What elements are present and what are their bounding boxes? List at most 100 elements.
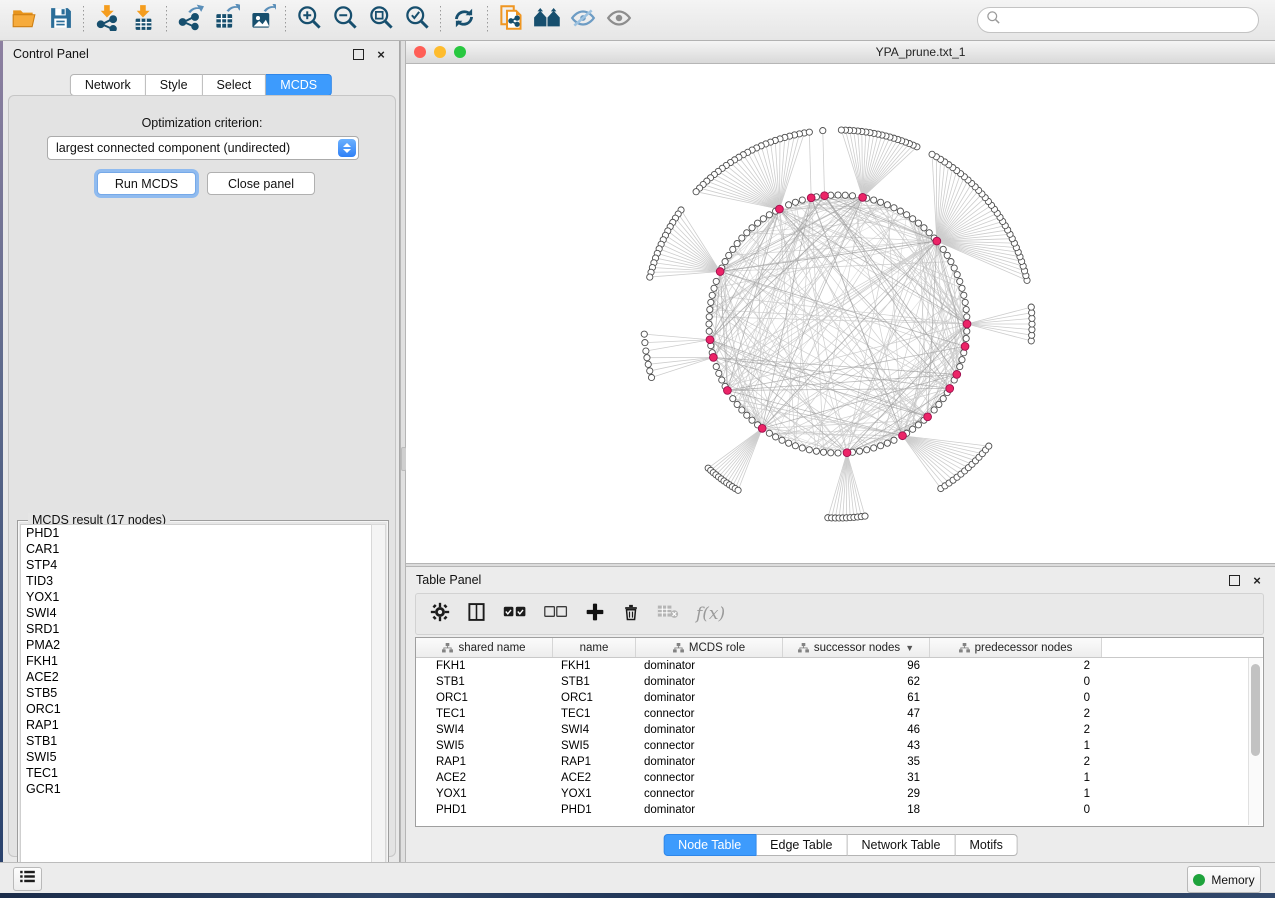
network-node[interactable]	[706, 328, 712, 334]
cell-pred[interactable]: 2	[930, 660, 1102, 672]
network-node[interactable]	[648, 374, 654, 380]
tab-motifs[interactable]: Motifs	[955, 834, 1017, 856]
network-node[interactable]	[744, 230, 750, 236]
network-node[interactable]	[734, 401, 740, 407]
cell-name[interactable]: FKH1	[553, 660, 636, 672]
mcds-node[interactable]	[899, 432, 907, 440]
cell-succ[interactable]: 18	[783, 804, 930, 816]
mcds-node[interactable]	[961, 343, 969, 351]
mcds-node[interactable]	[807, 194, 815, 202]
cell-name[interactable]: SWI4	[553, 724, 636, 736]
save-session-button[interactable]	[42, 4, 78, 36]
cell-pred[interactable]: 2	[930, 708, 1102, 720]
minimize-window-icon[interactable]	[434, 46, 446, 58]
network-node[interactable]	[838, 127, 844, 133]
network-node[interactable]	[706, 314, 712, 320]
network-node[interactable]	[959, 285, 965, 291]
mcds-node[interactable]	[724, 387, 732, 395]
cell-shared[interactable]: ACE2	[416, 772, 553, 784]
network-node[interactable]	[828, 450, 834, 456]
network-node[interactable]	[884, 202, 890, 208]
network-node[interactable]	[962, 299, 968, 305]
cell-succ[interactable]: 96	[783, 660, 930, 672]
table-row[interactable]: FKH1FKH1dominator962	[416, 658, 1263, 674]
network-node[interactable]	[862, 513, 868, 519]
network-node[interactable]	[806, 447, 812, 453]
mcds-node[interactable]	[709, 353, 717, 361]
tab-edge-table[interactable]: Edge Table	[756, 834, 847, 856]
network-node[interactable]	[910, 426, 916, 432]
network-node[interactable]	[857, 448, 863, 454]
mcds-result-item[interactable]: TID3	[21, 573, 371, 589]
network-node[interactable]	[835, 450, 841, 456]
zoom-in-button[interactable]	[291, 4, 327, 36]
network-node[interactable]	[766, 430, 772, 436]
mcds-node[interactable]	[963, 320, 971, 328]
cell-pred[interactable]: 0	[930, 804, 1102, 816]
zoom-selected-button[interactable]	[399, 4, 435, 36]
network-node[interactable]	[954, 272, 960, 278]
cell-role[interactable]: dominator	[636, 756, 783, 768]
network-node[interactable]	[722, 259, 728, 265]
network-node[interactable]	[820, 127, 826, 133]
network-node[interactable]	[708, 299, 714, 305]
network-node[interactable]	[713, 364, 719, 370]
cell-role[interactable]: connector	[636, 788, 783, 800]
network-node[interactable]	[940, 396, 946, 402]
zoom-out-button[interactable]	[327, 4, 363, 36]
network-node[interactable]	[915, 422, 921, 428]
network-node[interactable]	[786, 440, 792, 446]
mcds-node[interactable]	[843, 449, 851, 457]
close-window-icon[interactable]	[414, 46, 426, 58]
network-node[interactable]	[963, 335, 969, 341]
network-node[interactable]	[820, 449, 826, 455]
show-hide-columns-button[interactable]	[467, 602, 486, 627]
column-header-shared-name[interactable]: shared name	[416, 638, 553, 657]
cell-pred[interactable]: 0	[930, 692, 1102, 704]
network-node[interactable]	[948, 259, 954, 265]
cell-succ[interactable]: 35	[783, 756, 930, 768]
run-mcds-button[interactable]: Run MCDS	[97, 172, 196, 195]
network-node[interactable]	[726, 252, 732, 258]
mcds-result-item[interactable]: STP4	[21, 557, 371, 573]
network-node[interactable]	[799, 445, 805, 451]
export-table-button[interactable]	[208, 4, 244, 36]
table-row[interactable]: SWI5SWI5connector431	[416, 738, 1263, 754]
network-canvas[interactable]	[406, 64, 1275, 563]
deselect-all-button[interactable]	[544, 604, 568, 624]
network-node[interactable]	[842, 192, 848, 198]
network-node[interactable]	[921, 225, 927, 231]
cell-pred[interactable]: 2	[930, 724, 1102, 736]
network-node[interactable]	[645, 361, 651, 367]
close-panel-icon[interactable]: ×	[373, 46, 389, 62]
network-node[interactable]	[735, 487, 741, 493]
network-node[interactable]	[642, 339, 648, 345]
cell-role[interactable]: dominator	[636, 660, 783, 672]
network-node[interactable]	[951, 265, 957, 271]
cell-role[interactable]: dominator	[636, 724, 783, 736]
cell-name[interactable]: ORC1	[553, 692, 636, 704]
network-node[interactable]	[760, 216, 766, 222]
birds-eye-view-button[interactable]	[601, 4, 637, 36]
network-node[interactable]	[644, 355, 650, 361]
mcds-result-item[interactable]: STB1	[21, 733, 371, 749]
close-panel-button[interactable]: Close panel	[207, 172, 315, 195]
mcds-result-item[interactable]: FKH1	[21, 653, 371, 669]
tab-network[interactable]: Network	[70, 74, 146, 96]
cell-name[interactable]: PHD1	[553, 804, 636, 816]
cell-pred[interactable]: 1	[930, 772, 1102, 784]
export-network-button[interactable]	[172, 4, 208, 36]
network-node[interactable]	[779, 437, 785, 443]
cell-pred[interactable]: 1	[930, 740, 1102, 752]
cell-succ[interactable]: 62	[783, 676, 930, 688]
network-node[interactable]	[915, 220, 921, 226]
network-node[interactable]	[792, 443, 798, 449]
network-node[interactable]	[749, 225, 755, 231]
cell-shared[interactable]: RAP1	[416, 756, 553, 768]
network-node[interactable]	[929, 151, 935, 157]
column-header-successor-nodes[interactable]: successor nodes▼	[783, 638, 930, 657]
delete-columns-button[interactable]	[622, 602, 640, 627]
table-row[interactable]: STB1STB1dominator620	[416, 674, 1263, 690]
network-node[interactable]	[926, 230, 932, 236]
network-node[interactable]	[963, 306, 969, 312]
